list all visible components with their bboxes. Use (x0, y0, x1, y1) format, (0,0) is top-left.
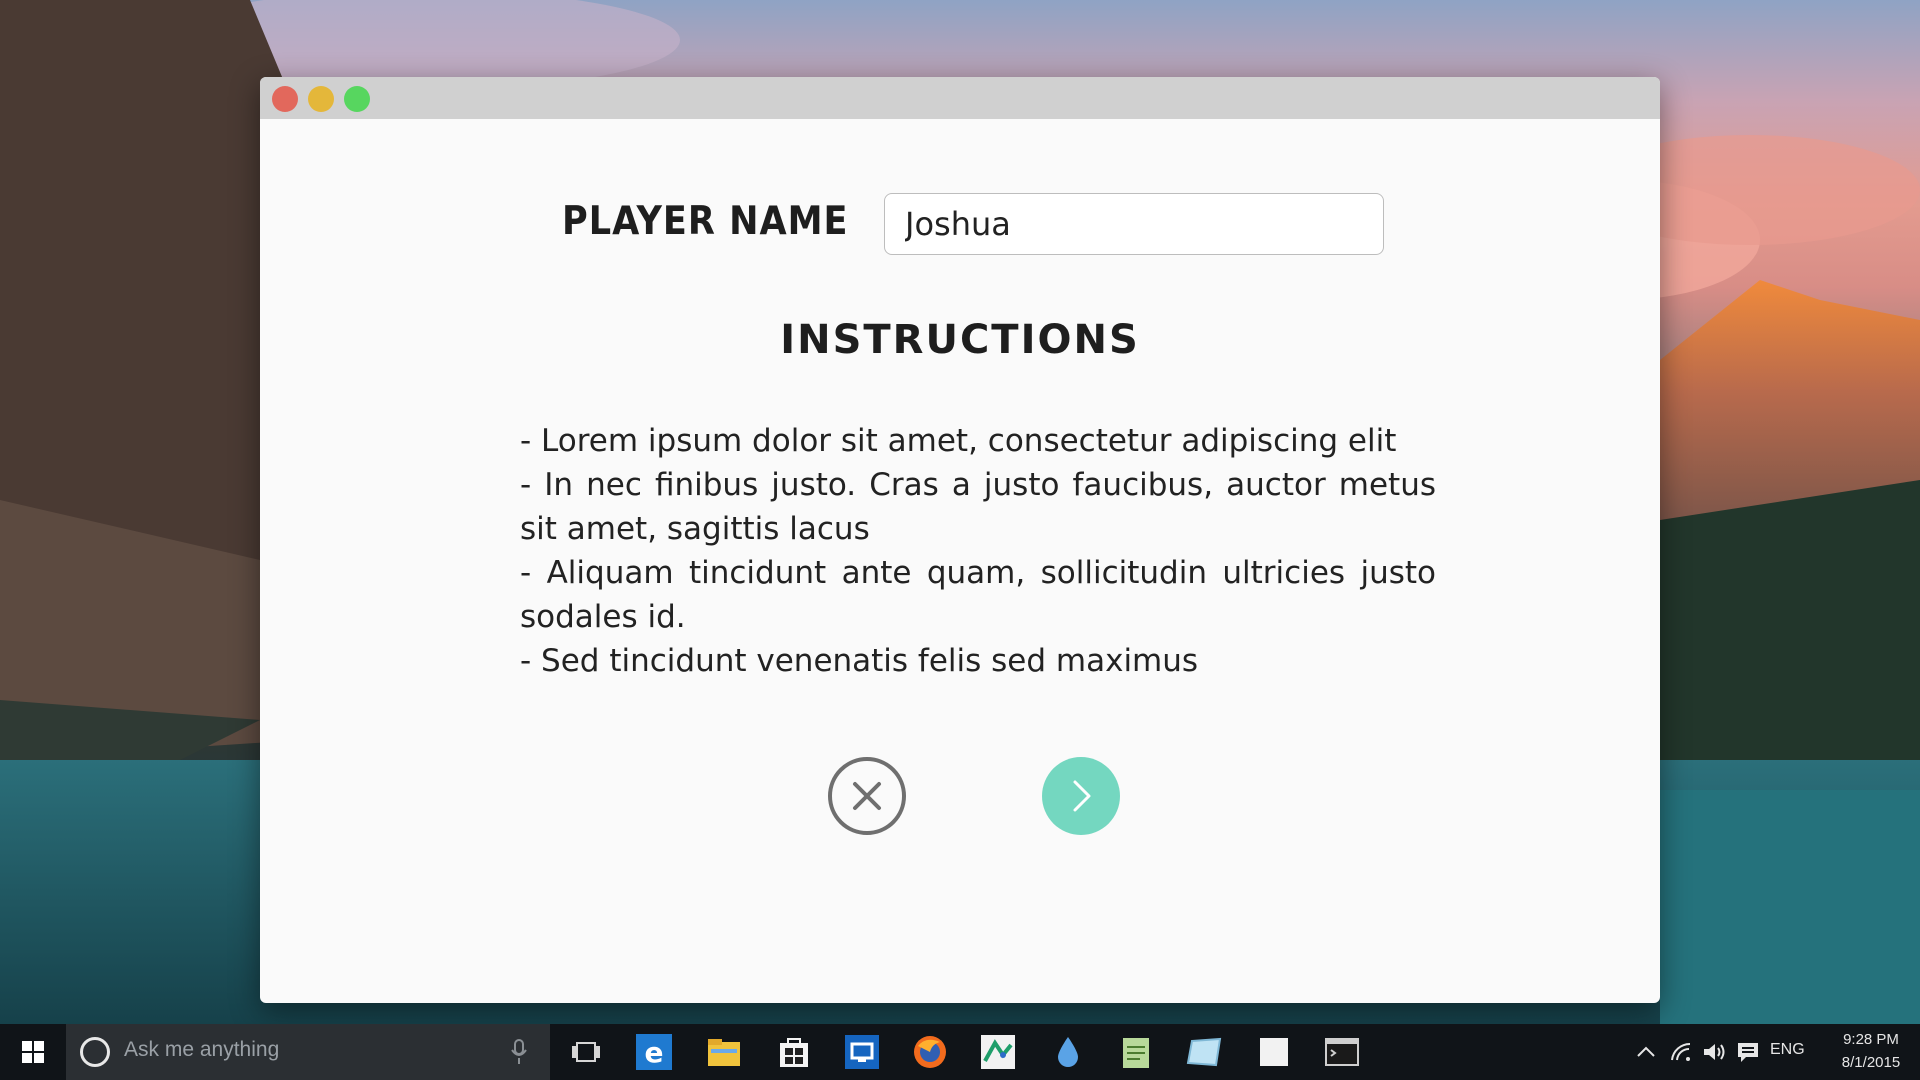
remote-desktop-icon[interactable] (842, 1032, 882, 1072)
app-window: Player Name Instructions - Lorem ipsum d… (260, 77, 1660, 1003)
clock[interactable]: 9:28 PM 8/1/2015 (1826, 1028, 1916, 1074)
close-dot-icon[interactable] (272, 86, 298, 112)
task-view-icon[interactable] (566, 1032, 606, 1072)
player-name-input[interactable] (884, 193, 1384, 255)
instructions-heading: Instructions (780, 317, 1140, 363)
file-explorer-icon[interactable] (704, 1032, 744, 1072)
player-name-label: Player Name (562, 199, 849, 244)
player-name-row: Player Name (260, 193, 1660, 255)
firefox-icon[interactable] (910, 1032, 950, 1072)
language-indicator[interactable]: ENG (1770, 1041, 1805, 1059)
search-placeholder: Ask me anything (124, 1038, 280, 1061)
maximize-dot-icon[interactable] (344, 86, 370, 112)
edge-icon[interactable]: e (634, 1032, 674, 1072)
window-titlebar[interactable] (260, 77, 1660, 119)
maps-app-icon[interactable] (978, 1032, 1018, 1072)
minimize-dot-icon[interactable] (308, 86, 334, 112)
instruction-item: - Lorem ipsum dolor sit amet, consectetu… (520, 423, 1397, 459)
windows-logo-icon (22, 1041, 44, 1063)
close-icon (853, 782, 881, 810)
svg-text:e: e (645, 1036, 664, 1069)
cortana-icon (80, 1037, 110, 1067)
microphone-icon[interactable] (510, 1038, 528, 1066)
action-center-icon[interactable] (1736, 1024, 1760, 1080)
instruction-item: - Aliquam tincidunt ante quam, sollicitu… (520, 555, 1436, 635)
next-button[interactable] (1042, 757, 1120, 835)
store-icon[interactable] (774, 1032, 814, 1072)
taskbar: Ask me anything e ENG 9:28 PM 8/1/2015 (0, 1024, 1920, 1080)
glass-tile-icon[interactable] (1184, 1032, 1224, 1072)
volume-icon[interactable] (1702, 1024, 1728, 1080)
clock-date: 8/1/2015 (1841, 1054, 1901, 1071)
clock-time: 9:28 PM (1843, 1031, 1899, 1048)
wifi-icon[interactable] (1670, 1024, 1692, 1080)
water-drop-icon[interactable] (1048, 1032, 1088, 1072)
terminal-icon[interactable] (1322, 1032, 1362, 1072)
chevron-right-icon (1073, 780, 1091, 812)
instruction-item: - In nec finibus justo. Cras a justo fau… (520, 467, 1436, 547)
cancel-button[interactable] (828, 757, 906, 835)
notepad-icon[interactable] (1116, 1032, 1156, 1072)
blank-window-icon[interactable] (1254, 1032, 1294, 1072)
search-input[interactable]: Ask me anything (66, 1024, 550, 1080)
instruction-item: - Sed tincidunt venenatis felis sed maxi… (520, 643, 1199, 679)
chevron-up-icon[interactable] (1636, 1024, 1656, 1080)
start-button[interactable] (0, 1024, 66, 1080)
instructions-list: - Lorem ipsum dolor sit amet, consectetu… (520, 419, 1436, 683)
